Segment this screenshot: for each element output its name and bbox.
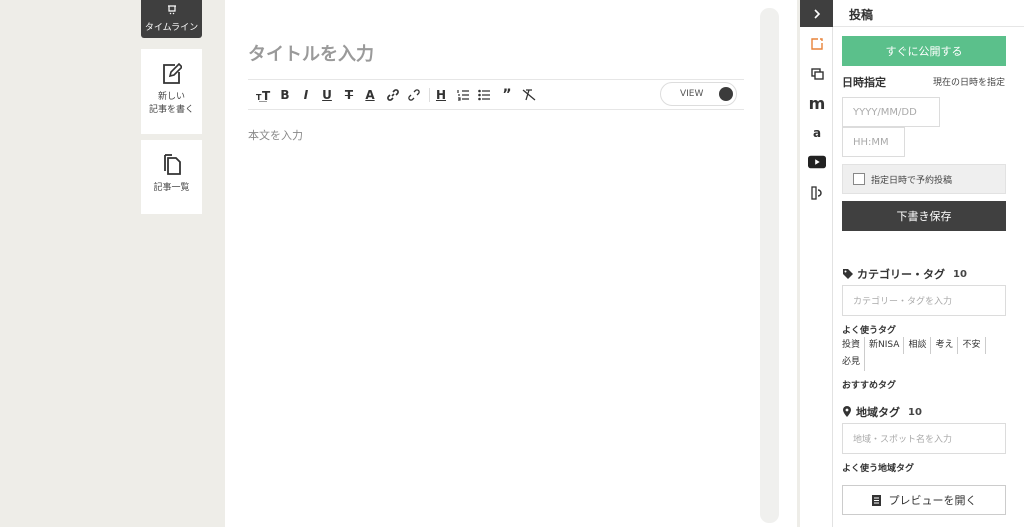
media-icon[interactable]	[808, 66, 826, 82]
document-list-icon	[163, 154, 181, 175]
youtube-icon[interactable]	[808, 154, 826, 170]
schedule-checkbox[interactable]	[853, 173, 865, 185]
chevron-right-icon	[813, 8, 820, 19]
m-icon[interactable]: m	[808, 94, 826, 113]
underline-icon[interactable]: U	[321, 87, 333, 103]
tag-item[interactable]: 考え	[931, 337, 959, 354]
left-nav: タイムライン 新しい 記事を書く 記事一覧	[141, 0, 202, 214]
tag-item[interactable]: 新NISA	[865, 337, 905, 354]
text-color-icon[interactable]: A	[364, 87, 376, 103]
frequent-tags-list: 投資 新NISA 相談 考え 不安必見	[842, 337, 1006, 371]
date-input[interactable]: YYYY/MM/DD	[842, 97, 940, 127]
tag-icon	[843, 269, 853, 279]
category-tag-input[interactable]: カテゴリー・タグを入力	[842, 285, 1006, 316]
tag-item[interactable]: 不安	[958, 337, 986, 354]
frequent-area-tags-title: よく使う地域タグ	[842, 464, 915, 474]
nav-post-list-label: 記事一覧	[153, 183, 190, 193]
toggle-knob	[719, 87, 733, 101]
link-icon[interactable]	[386, 87, 400, 103]
frequent-tags-title: よく使うタグ	[842, 326, 897, 336]
text-size-icon[interactable]: TT	[256, 87, 272, 103]
bullet-list-icon[interactable]	[478, 87, 490, 103]
panel-header: 投稿	[833, 0, 1024, 27]
area-tag-input[interactable]: 地域・スポット名を入力	[842, 423, 1006, 454]
edit-note-icon	[162, 63, 182, 84]
tag-item[interactable]: 必見	[842, 354, 866, 371]
category-count: 10	[953, 268, 967, 280]
time-input[interactable]: HH:MM	[842, 127, 905, 157]
location-pin-icon	[843, 406, 851, 417]
ordered-list-icon[interactable]	[457, 87, 469, 103]
heading-icon[interactable]: H	[435, 87, 447, 103]
category-section-title: カテゴリー・タグ 10	[842, 266, 967, 282]
timeline-icon	[167, 5, 177, 18]
tag-item[interactable]: 相談	[904, 337, 932, 354]
bold-icon[interactable]: B	[279, 87, 291, 103]
collapse-panel-button[interactable]	[800, 0, 833, 27]
datetime-label: 日時指定	[842, 76, 886, 89]
nav-timeline-label: タイムライン	[144, 23, 199, 33]
set-now-link[interactable]: 現在の日時を指定	[933, 75, 1005, 88]
tag-item[interactable]: 投資	[842, 337, 866, 354]
schedule-option[interactable]: 指定日時で予約投稿	[842, 164, 1006, 194]
nav-new-post-label-2: 記事を書く	[148, 105, 194, 115]
open-preview-label: プレビューを開く	[888, 494, 977, 507]
area-title-text: 地域タグ	[856, 406, 900, 419]
save-draft-button[interactable]: 下書き保存	[842, 201, 1006, 231]
schedule-checkbox-label: 指定日時で予約投稿	[871, 175, 953, 186]
document-icon	[871, 494, 881, 506]
amazon-icon[interactable]: a	[808, 125, 826, 141]
publish-now-button[interactable]: すぐに公開する	[842, 36, 1006, 66]
editor-scrollbar[interactable]	[760, 8, 779, 523]
open-preview-button[interactable]: プレビューを開く	[842, 485, 1006, 515]
unlink-icon[interactable]	[407, 87, 421, 103]
nav-new-post[interactable]: 新しい 記事を書く	[141, 49, 202, 134]
svg-text:T: T	[262, 89, 271, 102]
view-toggle-label: VIEW	[680, 89, 704, 99]
quote-box-icon[interactable]	[808, 185, 826, 201]
area-section-title: 地域タグ 10	[842, 404, 922, 420]
category-title-text: カテゴリー・タグ	[857, 268, 945, 281]
area-count: 10	[908, 406, 922, 418]
side-icon-strip: m a	[800, 0, 833, 527]
panel-title: 投稿	[849, 8, 874, 22]
quote-icon[interactable]: ”	[500, 87, 514, 103]
nav-timeline[interactable]: タイムライン	[141, 0, 202, 38]
clear-format-icon[interactable]	[522, 87, 536, 103]
recommended-tags-title: おすすめタグ	[842, 381, 897, 391]
toolbar-divider	[429, 88, 430, 102]
nav-post-list[interactable]: 記事一覧	[141, 140, 202, 214]
title-input[interactable]: タイトルを入力	[248, 40, 374, 66]
edit-icon[interactable]	[808, 36, 826, 52]
view-toggle[interactable]: VIEW	[660, 82, 737, 106]
nav-new-post-label-1: 新しい	[157, 92, 185, 102]
italic-icon[interactable]: I	[300, 87, 312, 103]
strikethrough-icon[interactable]: T	[343, 87, 355, 103]
body-input[interactable]: 本文を入力	[248, 127, 303, 143]
